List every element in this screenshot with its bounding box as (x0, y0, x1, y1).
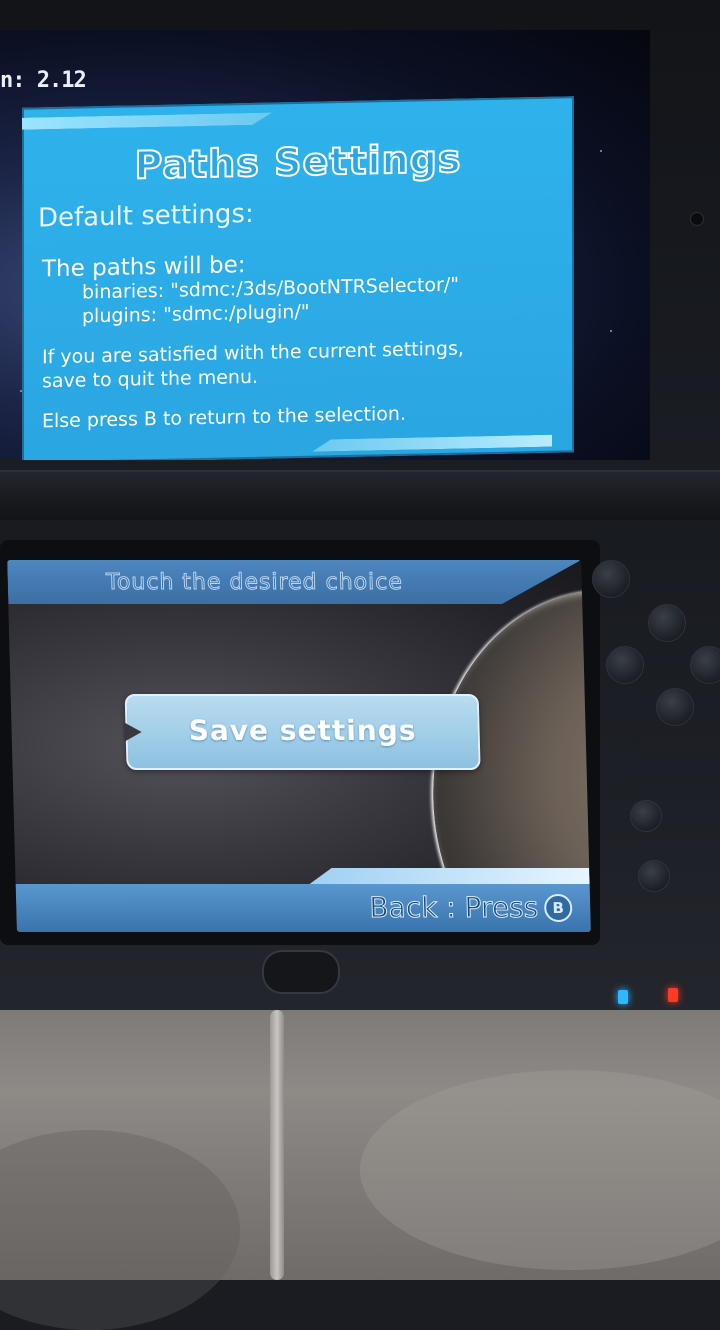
bottom-header-text: Touch the desired choice (105, 570, 404, 596)
a-button[interactable] (690, 646, 720, 684)
home-button[interactable] (262, 950, 340, 994)
b-button[interactable] (656, 688, 694, 726)
power-led-icon (618, 990, 628, 1004)
save-settings-button[interactable]: Save settings (125, 694, 481, 770)
top-screen: n: 2.12 Paths Settings Default settings:… (0, 30, 650, 460)
charging-cable (270, 1010, 284, 1280)
camera-icon (690, 212, 704, 226)
dialog-subtitle: Default settings: (38, 198, 254, 234)
paths-settings-dialog: Paths Settings Default settings: The pat… (22, 96, 574, 460)
dialog-body: The paths will be: binaries: "sdmc:/3ds/… (42, 249, 464, 434)
save-settings-label: Save settings (188, 714, 417, 747)
x-button[interactable] (648, 604, 686, 642)
sheet-fold (360, 1070, 720, 1270)
bottom-touch-screen: Touch the desired choice Save settings B… (7, 560, 591, 932)
charge-led-icon (668, 988, 678, 1002)
sheet-fold (0, 1130, 240, 1330)
c-stick-icon[interactable] (592, 560, 630, 598)
version-label: n: 2.12 (0, 68, 87, 93)
star (600, 150, 602, 152)
star (610, 330, 612, 332)
dialog-bottom-stripe (312, 435, 552, 452)
b-button-icon: B (543, 893, 573, 922)
footer-stripe (309, 868, 589, 884)
y-button[interactable] (606, 646, 644, 684)
back-label: Back : Press (368, 891, 539, 925)
dialog-title: Paths Settings (134, 136, 463, 189)
dialog-top-stripe (22, 113, 272, 130)
bottom-footer-bar: Back : Press B (15, 884, 591, 932)
bedsheet-surface (0, 1010, 720, 1330)
back-button[interactable]: Back : Press B (368, 891, 573, 925)
start-button[interactable] (630, 800, 662, 832)
select-button[interactable] (638, 860, 670, 892)
